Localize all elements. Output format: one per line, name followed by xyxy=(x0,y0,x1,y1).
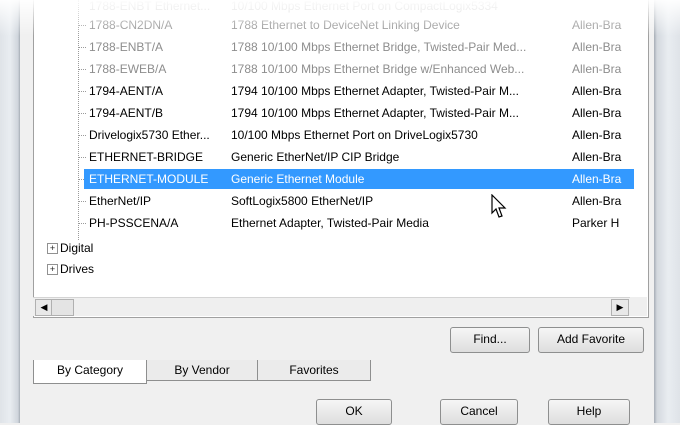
device-name: 1788-ENBT/A xyxy=(89,40,164,54)
horizontal-scroll-thumb[interactable] xyxy=(51,299,74,316)
device-vendor: Parker H xyxy=(572,216,620,230)
device-vendor: Allen-Bra xyxy=(572,84,622,98)
window-frame-right xyxy=(654,0,680,423)
device-description: 10/100 Mbps Ethernet Port on CompactLogi… xyxy=(231,0,498,13)
expand-icon[interactable]: + xyxy=(47,264,58,275)
device-description: 1788 10/100 Mbps Ethernet Bridge, Twiste… xyxy=(231,40,527,54)
device-name: 1788-CN2DN/A xyxy=(89,18,173,32)
device-vendor: Allen-Bra xyxy=(572,62,622,76)
device-vendor: Allen-Bra xyxy=(572,18,622,32)
add-favorite-button[interactable]: Add Favorite xyxy=(538,327,644,353)
cancel-button-label: Cancel xyxy=(460,404,498,418)
device-name: 1788-ENBT Ethernet... xyxy=(89,0,211,13)
module-type-tree[interactable]: 1788-ENBT Ethernet... 10/100 Mbps Ethern… xyxy=(33,0,649,318)
device-row-selected[interactable]: ETHERNET-MODULE Generic Ethernet Module … xyxy=(84,169,634,189)
device-description: 1788 Ethernet to DeviceNet Linking Devic… xyxy=(231,18,460,32)
device-vendor: Allen-Bra xyxy=(572,150,622,164)
device-description: 10/100 Mbps Ethernet Port on DriveLogix5… xyxy=(231,128,478,142)
scrollbar-corner xyxy=(630,297,647,316)
device-description: 1794 10/100 Mbps Ethernet Adapter, Twist… xyxy=(231,106,519,120)
device-name: ETHERNET-MODULE xyxy=(89,172,209,186)
device-description: SoftLogix5800 EtherNet/IP xyxy=(231,194,374,208)
window-frame-left xyxy=(0,0,20,423)
find-button-label: Find... xyxy=(473,332,507,346)
mouse-pointer-icon xyxy=(491,194,507,218)
device-vendor: Allen-Bra xyxy=(572,194,622,208)
tab-by-category[interactable]: By Category xyxy=(33,360,147,384)
device-name: 1788-EWEB/A xyxy=(89,62,167,76)
horizontal-scrollbar[interactable]: ◀ ▶ xyxy=(33,297,630,316)
browse-tabs: By Category By Vendor Favorites xyxy=(33,360,373,384)
device-description: Ethernet Adapter, Twisted-Pair Media xyxy=(231,216,429,230)
category-label: Drives xyxy=(60,262,95,276)
ok-button-label: OK xyxy=(345,404,363,418)
device-description: 1794 10/100 Mbps Ethernet Adapter, Twist… xyxy=(231,84,519,98)
tab-favorites[interactable]: Favorites xyxy=(257,360,371,381)
device-description: Generic EtherNet/IP CIP Bridge xyxy=(231,150,400,164)
device-name: Drivelogix5730 Ether... xyxy=(89,128,210,142)
device-vendor: Allen-Bra xyxy=(572,128,622,142)
expand-icon[interactable]: + xyxy=(47,243,58,254)
device-description: 1788 10/100 Mbps Ethernet Bridge w/Enhan… xyxy=(231,62,525,76)
device-name: 1794-AENT/B xyxy=(89,106,164,120)
ok-button[interactable]: OK xyxy=(316,399,392,425)
find-button[interactable]: Find... xyxy=(450,327,530,353)
tab-label: Favorites xyxy=(289,363,339,377)
device-name: PH-PSSCENA/A xyxy=(89,216,179,230)
device-name: 1794-AENT/A xyxy=(89,84,164,98)
device-vendor: Allen-Bra xyxy=(572,40,622,54)
tab-label: By Category xyxy=(56,363,124,377)
scroll-right-icon[interactable]: ▶ xyxy=(611,299,629,316)
help-button-label: Help xyxy=(576,404,602,418)
device-vendor: Allen-Bra xyxy=(572,106,622,120)
cancel-button[interactable]: Cancel xyxy=(440,399,518,425)
device-name: ETHERNET-BRIDGE xyxy=(89,150,204,164)
device-vendor: Allen-Bra xyxy=(572,172,622,186)
tree-connector-line xyxy=(78,0,79,240)
tab-by-vendor[interactable]: By Vendor xyxy=(146,360,258,381)
tab-label: By Vendor xyxy=(174,363,230,377)
device-name: EtherNet/IP xyxy=(89,194,152,208)
help-button[interactable]: Help xyxy=(548,399,630,425)
device-description: Generic Ethernet Module xyxy=(231,172,365,186)
category-label: Digital xyxy=(60,241,94,255)
add-favorite-button-label: Add Favorite xyxy=(556,332,626,346)
